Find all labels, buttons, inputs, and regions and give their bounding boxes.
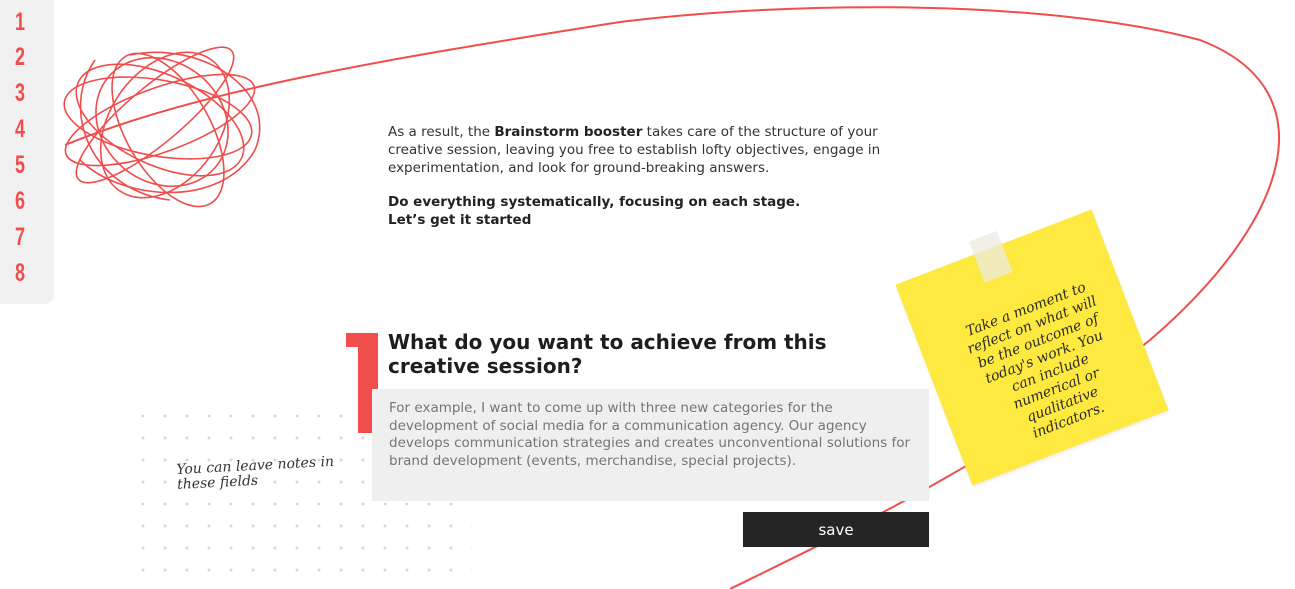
intro-paragraph: As a result, the Brainstorm booster take…	[388, 124, 881, 176]
scribble-doodle	[63, 46, 261, 208]
save-button[interactable]: save	[743, 512, 929, 547]
step-3-link[interactable]: 3	[15, 81, 34, 106]
step-8-link[interactable]: 8	[15, 261, 34, 286]
step-5-link[interactable]: 5	[15, 153, 34, 178]
step-2-link[interactable]: 2	[15, 45, 34, 70]
answer-notes-field[interactable]	[372, 389, 929, 501]
step-navigation: 1 2 3 4 5 6 7 8	[0, 0, 54, 304]
brand-name: Brainstorm booster	[494, 124, 643, 140]
step-1-link[interactable]: 1	[15, 10, 34, 35]
question-title: What do you want to achieve from this cr…	[388, 330, 827, 378]
step-6-link[interactable]: 6	[15, 189, 34, 214]
intro-emphasis: Do everything systematically, focusing o…	[388, 194, 801, 228]
step-4-link[interactable]: 4	[15, 117, 34, 142]
sticky-note-text: Take a moment to reflect on what will be…	[963, 279, 1107, 442]
step-7-link[interactable]: 7	[15, 225, 34, 250]
